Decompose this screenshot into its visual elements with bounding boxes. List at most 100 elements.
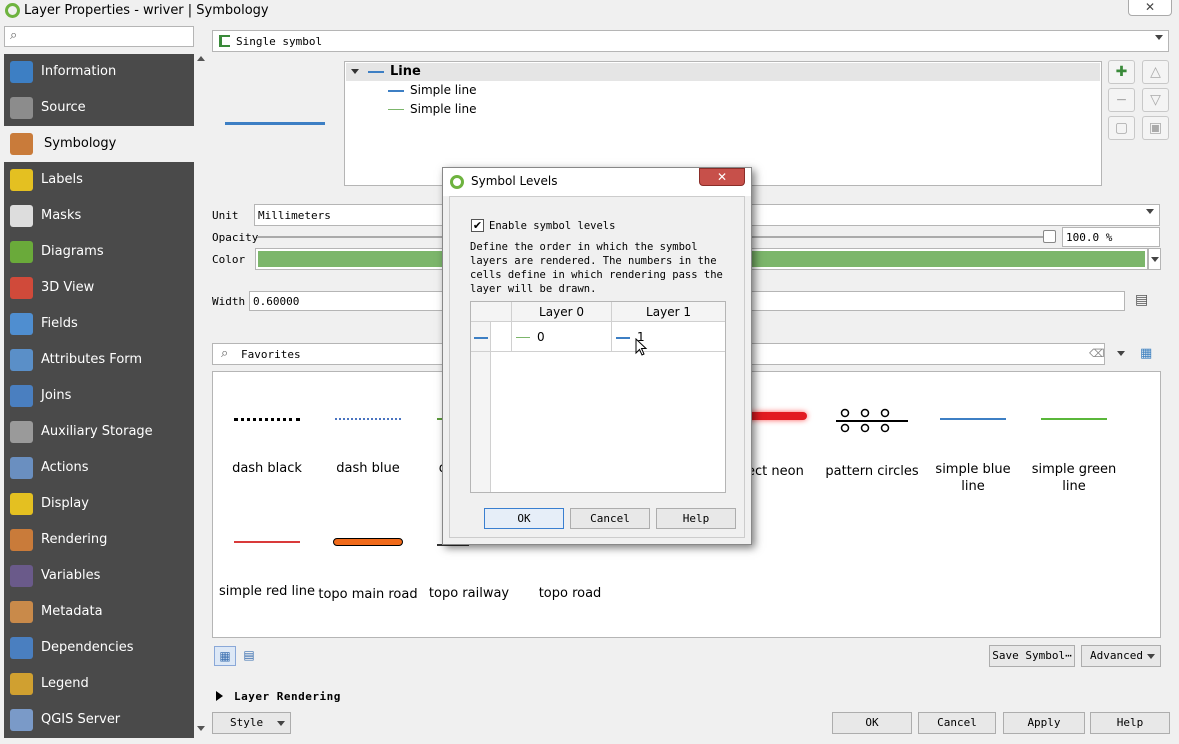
sidebar-item-auxiliary-storage[interactable]: Auxiliary Storage bbox=[4, 414, 194, 450]
save-symbol-button[interactable]: Save Symbol⋯ bbox=[989, 645, 1075, 667]
opacity-slider-handle[interactable] bbox=[1043, 230, 1056, 243]
sidebar-item-labels[interactable]: Labels bbox=[4, 162, 194, 198]
move-down-button[interactable]: ▽ bbox=[1142, 88, 1169, 112]
sidebar-item-symbology[interactable]: Symbology bbox=[4, 126, 194, 162]
chevron-down-icon bbox=[1146, 209, 1154, 214]
sidebar-item-label: Display bbox=[41, 496, 89, 511]
sidebar-search-input[interactable]: ⌕ bbox=[4, 26, 194, 47]
attributes-form-icon bbox=[10, 349, 33, 371]
move-up-button[interactable]: △ bbox=[1142, 60, 1169, 84]
gallery-label: pattern circles bbox=[825, 464, 919, 479]
lock-icon: ▣ bbox=[1148, 120, 1163, 136]
sidebar-item-masks[interactable]: Masks bbox=[4, 198, 194, 234]
level-cell-layer-0[interactable]: 0 bbox=[537, 330, 545, 344]
sidebar-item-label: 3D View bbox=[41, 280, 95, 295]
gallery-item-simple-red-line[interactable]: simple red line bbox=[217, 541, 317, 599]
icon-view-button[interactable]: ▦ bbox=[214, 646, 236, 666]
sidebar-item-label: Actions bbox=[41, 460, 89, 475]
single-symbol-icon bbox=[219, 35, 230, 47]
sidebar-item-label: Legend bbox=[41, 676, 89, 691]
duplicate-layer-button[interactable]: ▢ bbox=[1108, 116, 1135, 140]
sidebar-item-label: Variables bbox=[41, 568, 101, 583]
gallery-item-simple-green-line[interactable]: simple green line bbox=[1024, 418, 1124, 495]
style-manager-icon[interactable]: ▦ bbox=[1140, 346, 1156, 362]
sidebar-item-diagrams[interactable]: Diagrams bbox=[4, 234, 194, 270]
remove-layer-button[interactable]: − bbox=[1108, 88, 1135, 112]
lock-layer-button[interactable]: ▣ bbox=[1142, 116, 1169, 140]
tree-row-line[interactable] bbox=[346, 63, 1100, 81]
sidebar-item-label: Fields bbox=[41, 316, 78, 331]
green-line-swatch bbox=[1041, 418, 1107, 420]
enable-symbol-levels-checkbox[interactable]: ✔ bbox=[471, 219, 484, 232]
layer-rendering-header[interactable]: Layer Rendering bbox=[234, 690, 341, 703]
sidebar-item-qgis-server[interactable]: QGIS Server bbox=[4, 702, 194, 738]
gallery-item-topo-main-road[interactable]: topo main road bbox=[318, 538, 418, 603]
sidebar-item-label: Metadata bbox=[41, 604, 103, 619]
variables-icon bbox=[10, 565, 33, 587]
sidebar-item-dependencies[interactable]: Dependencies bbox=[4, 630, 194, 666]
3d-view-icon bbox=[10, 277, 33, 299]
qgis-logo-icon bbox=[450, 175, 464, 189]
renderer-type-select[interactable]: Single symbol bbox=[212, 30, 1169, 52]
gallery-label: simple red line bbox=[219, 584, 315, 599]
sidebar-item-label: QGIS Server bbox=[41, 712, 121, 727]
gallery-item-dash-black[interactable]: dash black bbox=[217, 418, 317, 476]
qgis-server-icon bbox=[10, 709, 33, 731]
sidebar-item-attributes-form[interactable]: Attributes Form bbox=[4, 342, 194, 378]
tree-item-simple-line-1[interactable]: Simple line bbox=[410, 83, 476, 97]
dialog-close-button[interactable]: ✕ bbox=[699, 168, 745, 186]
levels-table[interactable]: Layer 0 Layer 1 0 1 bbox=[470, 301, 726, 493]
symbology-icon bbox=[10, 133, 33, 155]
table-row[interactable] bbox=[471, 322, 725, 352]
color-dropdown-button[interactable] bbox=[1148, 248, 1161, 270]
sidebar-item-actions[interactable]: Actions bbox=[4, 450, 194, 486]
tree-item-simple-line-2[interactable]: Simple line bbox=[410, 102, 476, 116]
sidebar-item-label: Masks bbox=[41, 208, 82, 223]
enable-symbol-levels-label[interactable]: Enable symbol levels bbox=[489, 220, 615, 232]
style-menu-button[interactable]: Style bbox=[212, 712, 291, 734]
ok-button[interactable]: OK bbox=[832, 712, 912, 734]
gallery-label: ect neon bbox=[747, 464, 804, 479]
green-line-icon bbox=[516, 337, 530, 338]
window-close-button[interactable]: ✕ bbox=[1128, 0, 1172, 16]
width-value: 0.60000 bbox=[253, 295, 300, 308]
gallery-item-topo-railway[interactable]: topo railway bbox=[419, 538, 519, 601]
sidebar-item-rendering[interactable]: Rendering bbox=[4, 522, 194, 558]
clear-icon[interactable]: ⌫ bbox=[1089, 347, 1105, 360]
sidebar-item-information[interactable]: Information bbox=[4, 54, 194, 90]
sidebar-scrollbar[interactable] bbox=[195, 54, 207, 738]
advanced-button[interactable]: Advanced bbox=[1081, 645, 1161, 667]
sidebar-item-metadata[interactable]: Metadata bbox=[4, 594, 194, 630]
add-layer-button[interactable]: ✚ bbox=[1108, 60, 1135, 84]
sidebar-item-variables[interactable]: Variables bbox=[4, 558, 194, 594]
information-icon bbox=[10, 61, 33, 83]
list-view-button[interactable]: ▤ bbox=[238, 646, 260, 666]
sidebar-item-display[interactable]: Display bbox=[4, 486, 194, 522]
minus-icon: − bbox=[1115, 92, 1128, 108]
chevron-down-icon bbox=[1147, 654, 1155, 659]
sidebar-item-3d-view[interactable]: 3D View bbox=[4, 270, 194, 306]
dialog-help-button[interactable]: Help bbox=[656, 508, 736, 529]
collapse-icon[interactable] bbox=[351, 69, 359, 74]
sidebar-item-legend[interactable]: Legend bbox=[4, 666, 194, 702]
pattern-circles-swatch bbox=[836, 408, 908, 433]
dialog-cancel-button[interactable]: Cancel bbox=[570, 508, 650, 529]
gallery-item-effect-neon[interactable]: ect neon bbox=[743, 412, 813, 479]
diagrams-icon bbox=[10, 241, 33, 263]
opacity-spinbox[interactable]: 100.0 % bbox=[1062, 227, 1160, 247]
group-dropdown[interactable] bbox=[1108, 343, 1130, 365]
column-header-layer-1: Layer 1 bbox=[646, 305, 691, 319]
help-button[interactable]: Help bbox=[1090, 712, 1170, 734]
dialog-ok-button[interactable]: OK bbox=[484, 508, 564, 529]
expand-icon[interactable] bbox=[216, 691, 223, 701]
gallery-item-topo-road[interactable]: topo road bbox=[520, 538, 620, 601]
sidebar-item-joins[interactable]: Joins bbox=[4, 378, 194, 414]
data-defined-override-icon[interactable]: ▤ bbox=[1135, 292, 1157, 310]
cancel-button[interactable]: Cancel bbox=[918, 712, 996, 734]
gallery-item-simple-blue-line[interactable]: simple blue line bbox=[923, 418, 1023, 495]
sidebar-item-source[interactable]: Source bbox=[4, 90, 194, 126]
gallery-item-pattern-circles[interactable]: pattern circles bbox=[822, 408, 922, 479]
chevron-down-icon bbox=[1155, 35, 1163, 40]
apply-button[interactable]: Apply bbox=[1003, 712, 1085, 734]
sidebar-item-fields[interactable]: Fields bbox=[4, 306, 194, 342]
